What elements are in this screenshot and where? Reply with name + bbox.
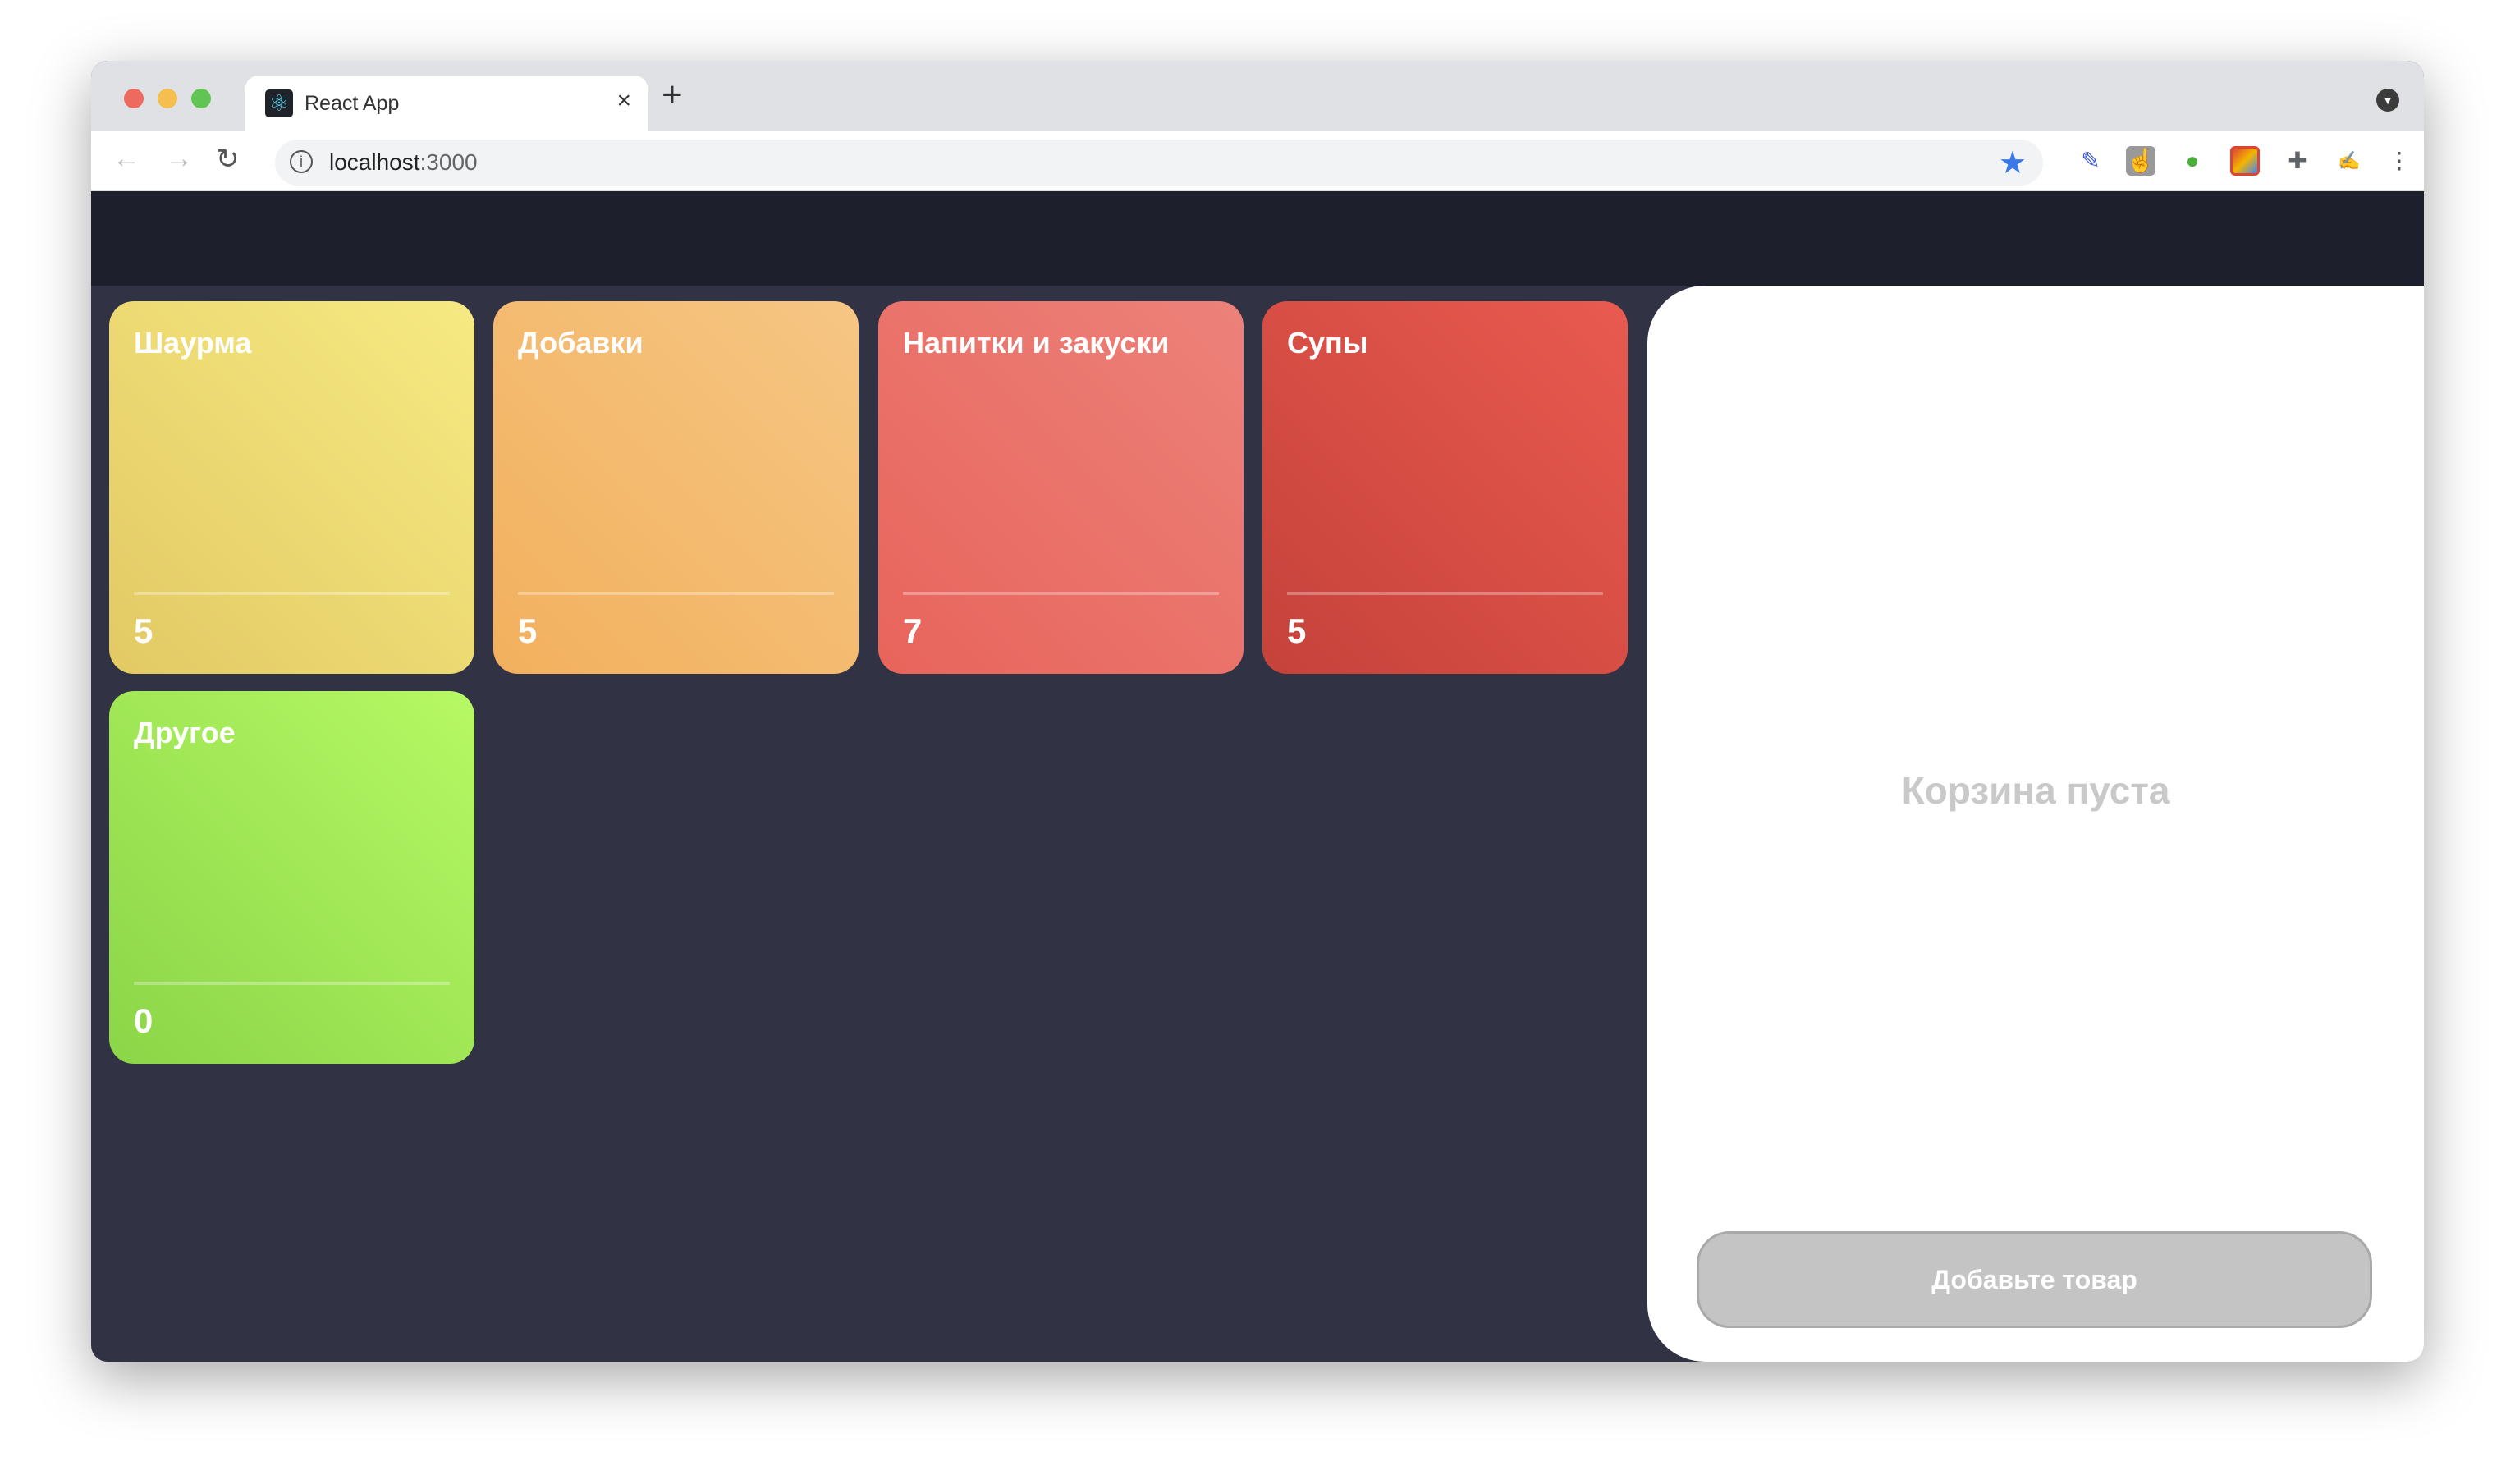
category-count: 5 (134, 611, 153, 650)
browser-window: ⚛ React App × + ▼ ← → ↻ i localhost:3000… (91, 61, 2424, 1362)
cart-empty-text: Корзина пуста (1901, 769, 2170, 812)
browser-toolbar: ← → ↻ i localhost:3000 ★ ✎ ☝ ● ✚ ✍ ⋮ (91, 131, 2424, 191)
tab-bar: ⚛ React App × + ▼ (91, 61, 2424, 131)
url-text: localhost:3000 (329, 149, 478, 176)
category-name: Супы (1287, 326, 1368, 360)
category-name: Добавки (518, 326, 644, 360)
url-port: :3000 (419, 149, 478, 175)
address-bar[interactable]: i localhost:3000 ★ (275, 140, 2043, 186)
card-divider (134, 592, 450, 595)
slides-extension-icon[interactable] (2230, 146, 2260, 176)
url-host: localhost (329, 149, 420, 175)
new-tab-button[interactable]: + (662, 77, 683, 113)
category-card[interactable]: Шаурма 5 (109, 301, 474, 674)
close-window-button[interactable] (124, 89, 144, 108)
bookmark-star-icon[interactable]: ★ (1999, 144, 2027, 181)
tab-react-app[interactable]: ⚛ React App × (245, 76, 648, 131)
card-divider (1287, 592, 1603, 595)
category-count: 5 (1287, 611, 1307, 650)
category-name: Другое (134, 716, 236, 749)
eyedropper-extension-icon[interactable]: ✎ (2076, 146, 2105, 176)
reload-icon[interactable]: ↻ (216, 143, 240, 176)
category-card[interactable]: Другое 0 (109, 691, 474, 1064)
evernote-extension-icon[interactable]: ● (2178, 146, 2207, 176)
kebab-menu-icon[interactable]: ⋮ (2384, 146, 2414, 176)
puzzle-extensions-icon[interactable]: ✚ (2283, 146, 2312, 176)
forward-arrow-icon[interactable]: → (165, 143, 193, 175)
category-card[interactable]: Супы 5 (1262, 301, 1628, 674)
add-product-button[interactable]: Добавьте товар (1697, 1231, 2372, 1328)
minimize-window-button[interactable] (158, 89, 177, 108)
category-name: Шаурма (134, 326, 252, 360)
category-count: 0 (134, 1001, 153, 1040)
maximize-window-button[interactable] (191, 89, 211, 108)
category-card[interactable]: Напитки и закуски 7 (878, 301, 1244, 674)
profile-dropdown-icon[interactable]: ▼ (2376, 89, 2399, 112)
card-divider (134, 982, 450, 985)
category-card[interactable]: Добавки 5 (493, 301, 859, 674)
info-icon[interactable]: i (290, 150, 313, 173)
tab-title: React App (305, 92, 400, 115)
cart-panel: Корзина пуста Добавьте товар (1647, 286, 2424, 1362)
touch-extension-icon[interactable]: ☝ (2126, 146, 2155, 176)
signature-extension-icon[interactable]: ✍ (2334, 146, 2364, 176)
category-count: 5 (518, 611, 538, 650)
back-arrow-icon[interactable]: ← (112, 143, 140, 175)
category-count: 7 (903, 611, 923, 650)
card-divider (518, 592, 834, 595)
react-logo-icon: ⚛ (265, 89, 293, 117)
tab-close-icon[interactable]: × (616, 87, 631, 115)
card-divider (903, 592, 1219, 595)
category-name: Напитки и закуски (903, 326, 1170, 360)
app-header (91, 191, 2424, 286)
